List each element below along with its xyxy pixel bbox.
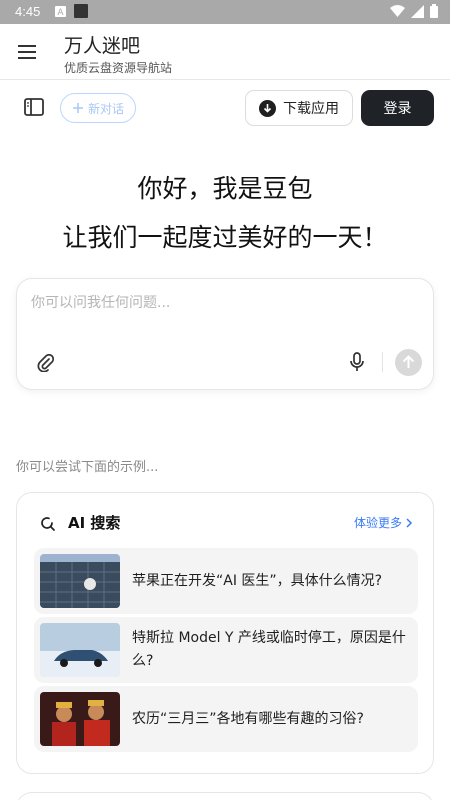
suggestion-item[interactable]: 苹果正在开发“AI 医生”，具体什么情况?: [34, 548, 418, 614]
more-label: 体验更多: [353, 516, 402, 530]
input-separator: [382, 352, 383, 372]
suggestion-item[interactable]: 农历“三月三”各地有哪些有趣的习俗?: [34, 686, 418, 752]
suggestion-text: 特斯拉 Model Y 产线或临时停工，原因是什么?: [132, 630, 406, 669]
attach-icon[interactable]: [37, 354, 55, 372]
chat-input-card[interactable]: 你可以问我任何问题...: [16, 278, 434, 390]
examples-hint: 你可以尝试下面的示例...: [16, 460, 159, 475]
plus-icon: [72, 103, 83, 113]
mic-icon[interactable]: [348, 352, 366, 372]
svg-text:A: A: [57, 8, 64, 17]
chevron-right-icon: [406, 517, 413, 528]
download-label: 下载应用: [283, 101, 339, 117]
next-card-edge: [16, 792, 434, 800]
new-chat-label: 新对话: [87, 101, 124, 116]
wifi-icon: [390, 5, 405, 17]
status-bar: 4:45 A: [0, 0, 450, 24]
notification-square-icon: [74, 4, 88, 18]
more-link[interactable]: 体验更多: [354, 514, 413, 531]
apple-building-thumbnail: [40, 554, 120, 608]
greeting-line-1: 你好，我是豆包: [137, 174, 313, 203]
send-button[interactable]: [395, 349, 422, 376]
battery-icon: [430, 4, 438, 18]
sidebar-icon[interactable]: [23, 97, 45, 117]
suggestion-item[interactable]: 特斯拉 Model Y 产线或临时停工，原因是什么?: [34, 617, 418, 683]
app-bar: 万人迷吧 优质云盘资源导航站: [0, 24, 450, 80]
status-time: 4:45: [15, 4, 41, 19]
app-subtitle: 优质云盘资源导航站: [64, 61, 173, 75]
festival-thumbnail: [40, 692, 120, 746]
chat-input-placeholder[interactable]: 你可以问我任何问题...: [31, 292, 170, 312]
ai-search-title: AI 搜索: [68, 514, 121, 532]
download-app-button[interactable]: 下载应用: [245, 90, 353, 126]
send-icon: [402, 355, 415, 368]
greeting-line-2: 让我们一起度过美好的一天！: [62, 223, 388, 252]
tesla-car-thumbnail: [40, 623, 120, 677]
new-chat-button[interactable]: 新对话: [60, 93, 136, 123]
ai-search-card: AI 搜索 体验更多 苹果正在开发“AI 医生”，具体什么情况? 特斯拉 Mod…: [16, 492, 434, 774]
search-refresh-icon: [41, 517, 55, 531]
suggestion-text: 农历“三月三”各地有哪些有趣的习俗?: [132, 710, 364, 727]
suggestion-text: 苹果正在开发“AI 医生”，具体什么情况?: [132, 572, 383, 589]
notification-a-icon: A: [55, 6, 66, 17]
signal-icon: [411, 4, 424, 18]
menu-icon[interactable]: [16, 41, 38, 63]
app-title: 万人迷吧: [64, 35, 141, 57]
login-button[interactable]: 登录: [361, 90, 434, 126]
download-icon: [259, 99, 276, 117]
